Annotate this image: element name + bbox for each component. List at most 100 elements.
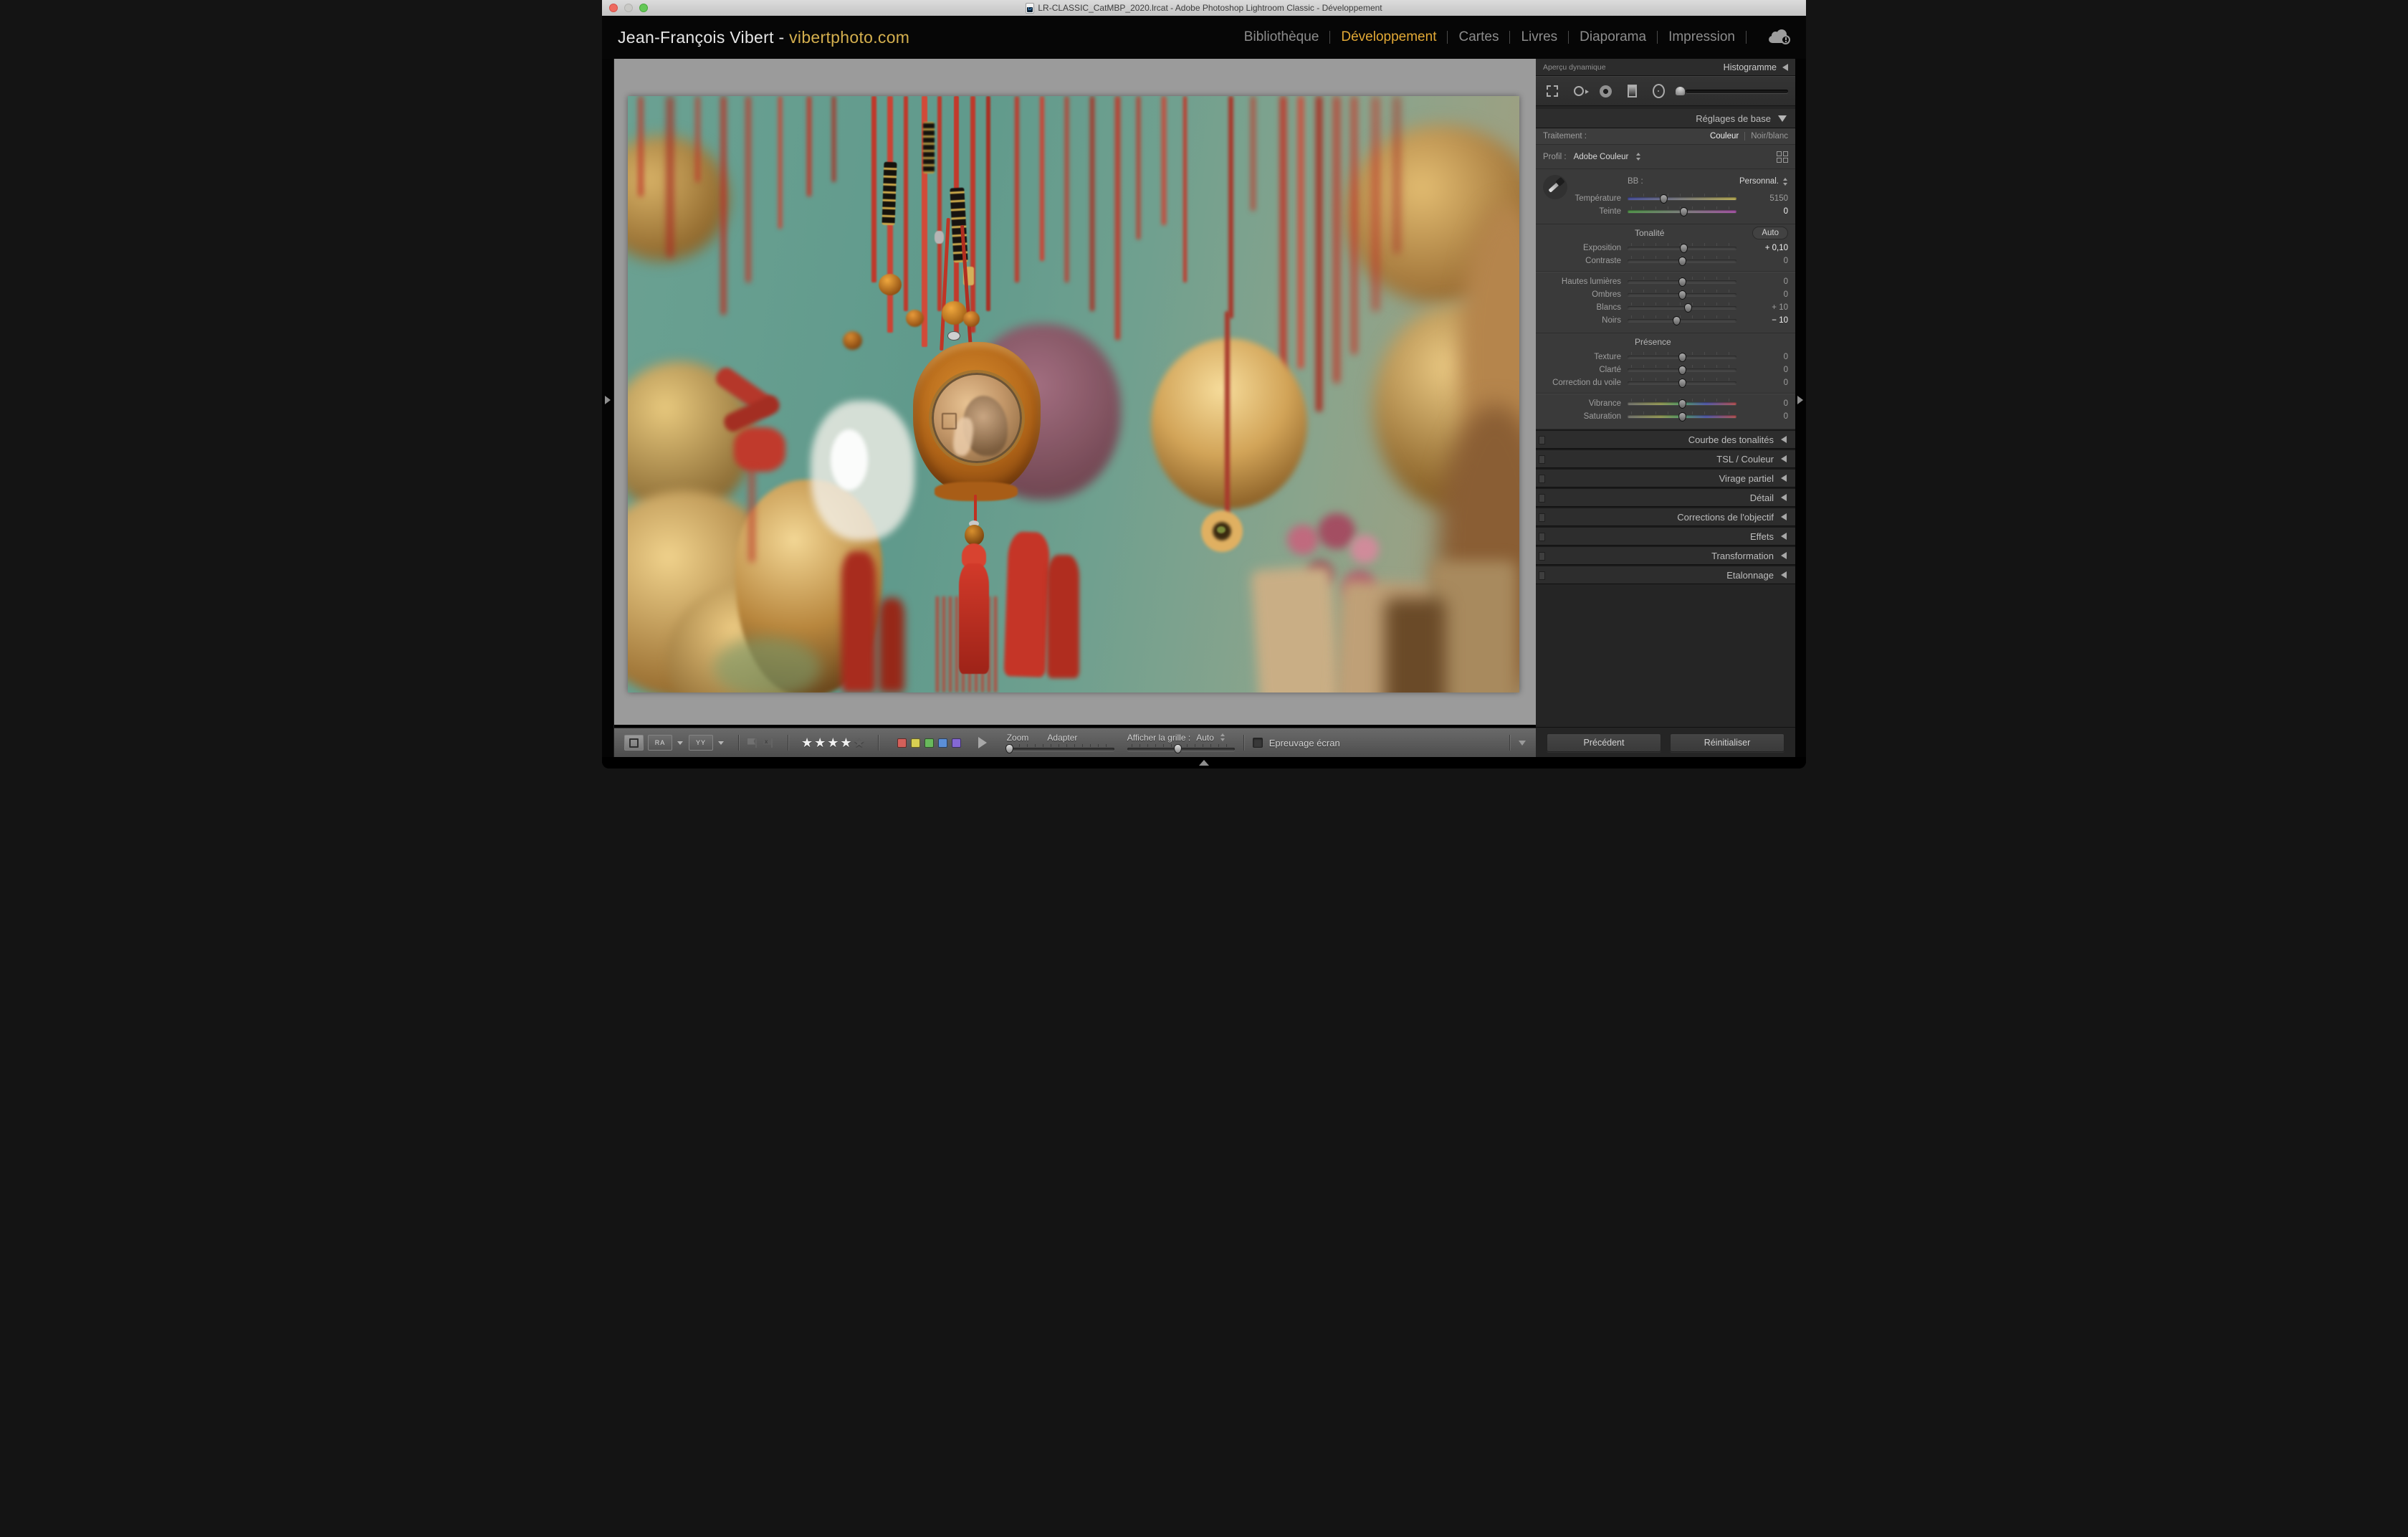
fullscreen-window-button[interactable]	[639, 4, 648, 12]
slider-track[interactable]	[1628, 352, 1736, 362]
panel-tone-curve[interactable]: Courbe des tonalités	[1536, 429, 1795, 449]
slider-thumb[interactable]	[1673, 316, 1681, 325]
soft-proof-toggle[interactable]: Epreuvage écran	[1253, 738, 1340, 748]
slider-track[interactable]	[1628, 243, 1736, 253]
pick-flag-icon[interactable]	[747, 738, 758, 748]
red-eye-correction-icon[interactable]	[1596, 82, 1615, 100]
slider-track[interactable]	[1628, 411, 1736, 422]
grid-slider-thumb[interactable]	[1174, 744, 1182, 753]
panel-effects[interactable]: Effets	[1536, 526, 1795, 546]
histogram-header[interactable]: Aperçu dynamique Histogramme	[1536, 59, 1795, 76]
tab-impression[interactable]: Impression	[1668, 29, 1735, 45]
toolbar-options-icon[interactable]	[1519, 741, 1526, 746]
star-icon[interactable]: ★	[814, 736, 826, 749]
radial-filter-icon[interactable]	[1649, 82, 1668, 100]
compare-view-button[interactable]: RA	[648, 735, 672, 751]
treatment-bw-option[interactable]: Noir/blanc	[1751, 132, 1788, 141]
tab-developpement[interactable]: Développement	[1341, 29, 1436, 45]
sync-status-cloud-icon[interactable]	[1769, 31, 1790, 44]
zoom-slider-thumb[interactable]	[1005, 744, 1013, 753]
zoom-slider[interactable]	[1007, 744, 1114, 753]
fit-label[interactable]: Adapter	[1047, 733, 1077, 743]
slider-track[interactable]	[1628, 365, 1736, 375]
collapse-right-panel-icon[interactable]	[1797, 396, 1803, 404]
panel-detail[interactable]: Détail	[1536, 487, 1795, 507]
panel-toggle-icon[interactable]	[1539, 475, 1545, 483]
left-panel-collapsed-strip[interactable]	[602, 59, 614, 757]
collapse-arrow-icon[interactable]	[1781, 475, 1787, 482]
spot-removal-icon[interactable]	[1570, 82, 1588, 100]
slider-track[interactable]	[1628, 277, 1736, 287]
wb-spinner-icon[interactable]	[1782, 178, 1788, 186]
auto-tone-button[interactable]: Auto	[1752, 227, 1788, 239]
star-icon[interactable]: ★	[840, 736, 851, 749]
minimize-window-button[interactable]	[624, 4, 633, 12]
color-label-chip[interactable]	[924, 738, 934, 748]
panel-transform[interactable]: Transformation	[1536, 546, 1795, 565]
slider-thumb[interactable]	[1678, 353, 1686, 362]
graduated-filter-icon[interactable]	[1623, 82, 1641, 100]
color-label-chips[interactable]	[897, 738, 961, 748]
slider-track[interactable]	[1628, 256, 1736, 266]
panel-lens-corrections[interactable]: Corrections de l'objectif	[1536, 507, 1795, 526]
slider-track[interactable]	[1628, 315, 1736, 325]
collapse-arrow-icon[interactable]	[1781, 455, 1787, 462]
collapse-arrow-icon[interactable]	[1781, 552, 1787, 559]
panel-toggle-icon[interactable]	[1539, 552, 1545, 561]
tab-bibliotheque[interactable]: Bibliothèque	[1244, 29, 1319, 45]
close-window-button[interactable]	[609, 4, 618, 12]
previous-button[interactable]: Précédent	[1547, 733, 1661, 752]
panel-toggle-icon[interactable]	[1539, 494, 1545, 503]
color-label-chip[interactable]	[897, 738, 907, 748]
tab-cartes[interactable]: Cartes	[1458, 29, 1499, 45]
tab-diaporama[interactable]: Diaporama	[1580, 29, 1646, 45]
collapse-arrow-icon[interactable]	[1781, 494, 1787, 501]
slider-thumb[interactable]	[1678, 277, 1686, 287]
star-icon[interactable]: ★	[827, 736, 838, 749]
filmstrip-collapsed-bar[interactable]	[602, 757, 1806, 768]
reset-button[interactable]: Réinitialiser	[1670, 733, 1784, 752]
star-icon[interactable]: ★	[854, 736, 865, 749]
slider-track[interactable]	[1628, 194, 1736, 204]
slider-track[interactable]	[1628, 399, 1736, 409]
panel-split-toning[interactable]: Virage partiel	[1536, 468, 1795, 487]
crop-overlay-icon[interactable]	[1543, 82, 1562, 100]
star-icon[interactable]: ★	[801, 736, 813, 749]
slider-track[interactable]	[1628, 206, 1736, 216]
profile-value[interactable]: Adobe Couleur	[1574, 153, 1629, 161]
slider-thumb[interactable]	[1678, 412, 1686, 422]
slider-track[interactable]	[1628, 290, 1736, 300]
slider-track[interactable]	[1628, 378, 1736, 388]
slider-thumb[interactable]	[1680, 244, 1688, 253]
tab-livres[interactable]: Livres	[1521, 29, 1557, 45]
basic-panel-header[interactable]: Réglages de base	[1536, 109, 1795, 128]
collapse-arrow-icon[interactable]	[1782, 64, 1788, 71]
panel-toggle-icon[interactable]	[1539, 533, 1545, 541]
color-label-chip[interactable]	[938, 738, 947, 748]
survey-view-button[interactable]: YY	[689, 735, 713, 751]
compare-dropdown-icon[interactable]	[677, 741, 683, 745]
slider-thumb[interactable]	[1678, 257, 1686, 266]
color-label-chip[interactable]	[952, 738, 961, 748]
panel-hsl-color[interactable]: TSL / Couleur	[1536, 449, 1795, 468]
slider-thumb[interactable]	[1678, 379, 1686, 388]
slider-thumb[interactable]	[1660, 194, 1668, 204]
slider-thumb[interactable]	[1678, 366, 1686, 375]
play-slideshow-icon[interactable]	[978, 737, 987, 748]
grid-spinner-icon[interactable]	[1220, 733, 1226, 741]
soft-proof-checkbox[interactable]	[1253, 738, 1263, 748]
panel-calibration[interactable]: Etalonnage	[1536, 565, 1795, 584]
expand-filmstrip-icon[interactable]	[1199, 760, 1209, 766]
grid-value[interactable]: Auto	[1196, 733, 1214, 743]
right-panel-edge[interactable]	[1795, 59, 1806, 757]
collapse-arrow-icon[interactable]	[1781, 571, 1787, 579]
wb-preset[interactable]: Personnal.	[1739, 177, 1788, 186]
slider-track[interactable]	[1628, 303, 1736, 313]
slider-thumb[interactable]	[1684, 303, 1692, 313]
expand-left-panel-icon[interactable]	[605, 396, 611, 404]
slider-thumb[interactable]	[1678, 290, 1686, 300]
expand-arrow-icon[interactable]	[1778, 115, 1787, 122]
collapse-arrow-icon[interactable]	[1781, 436, 1787, 443]
loupe-view-button[interactable]	[624, 735, 644, 751]
profile-spinner-icon[interactable]	[1635, 153, 1641, 161]
